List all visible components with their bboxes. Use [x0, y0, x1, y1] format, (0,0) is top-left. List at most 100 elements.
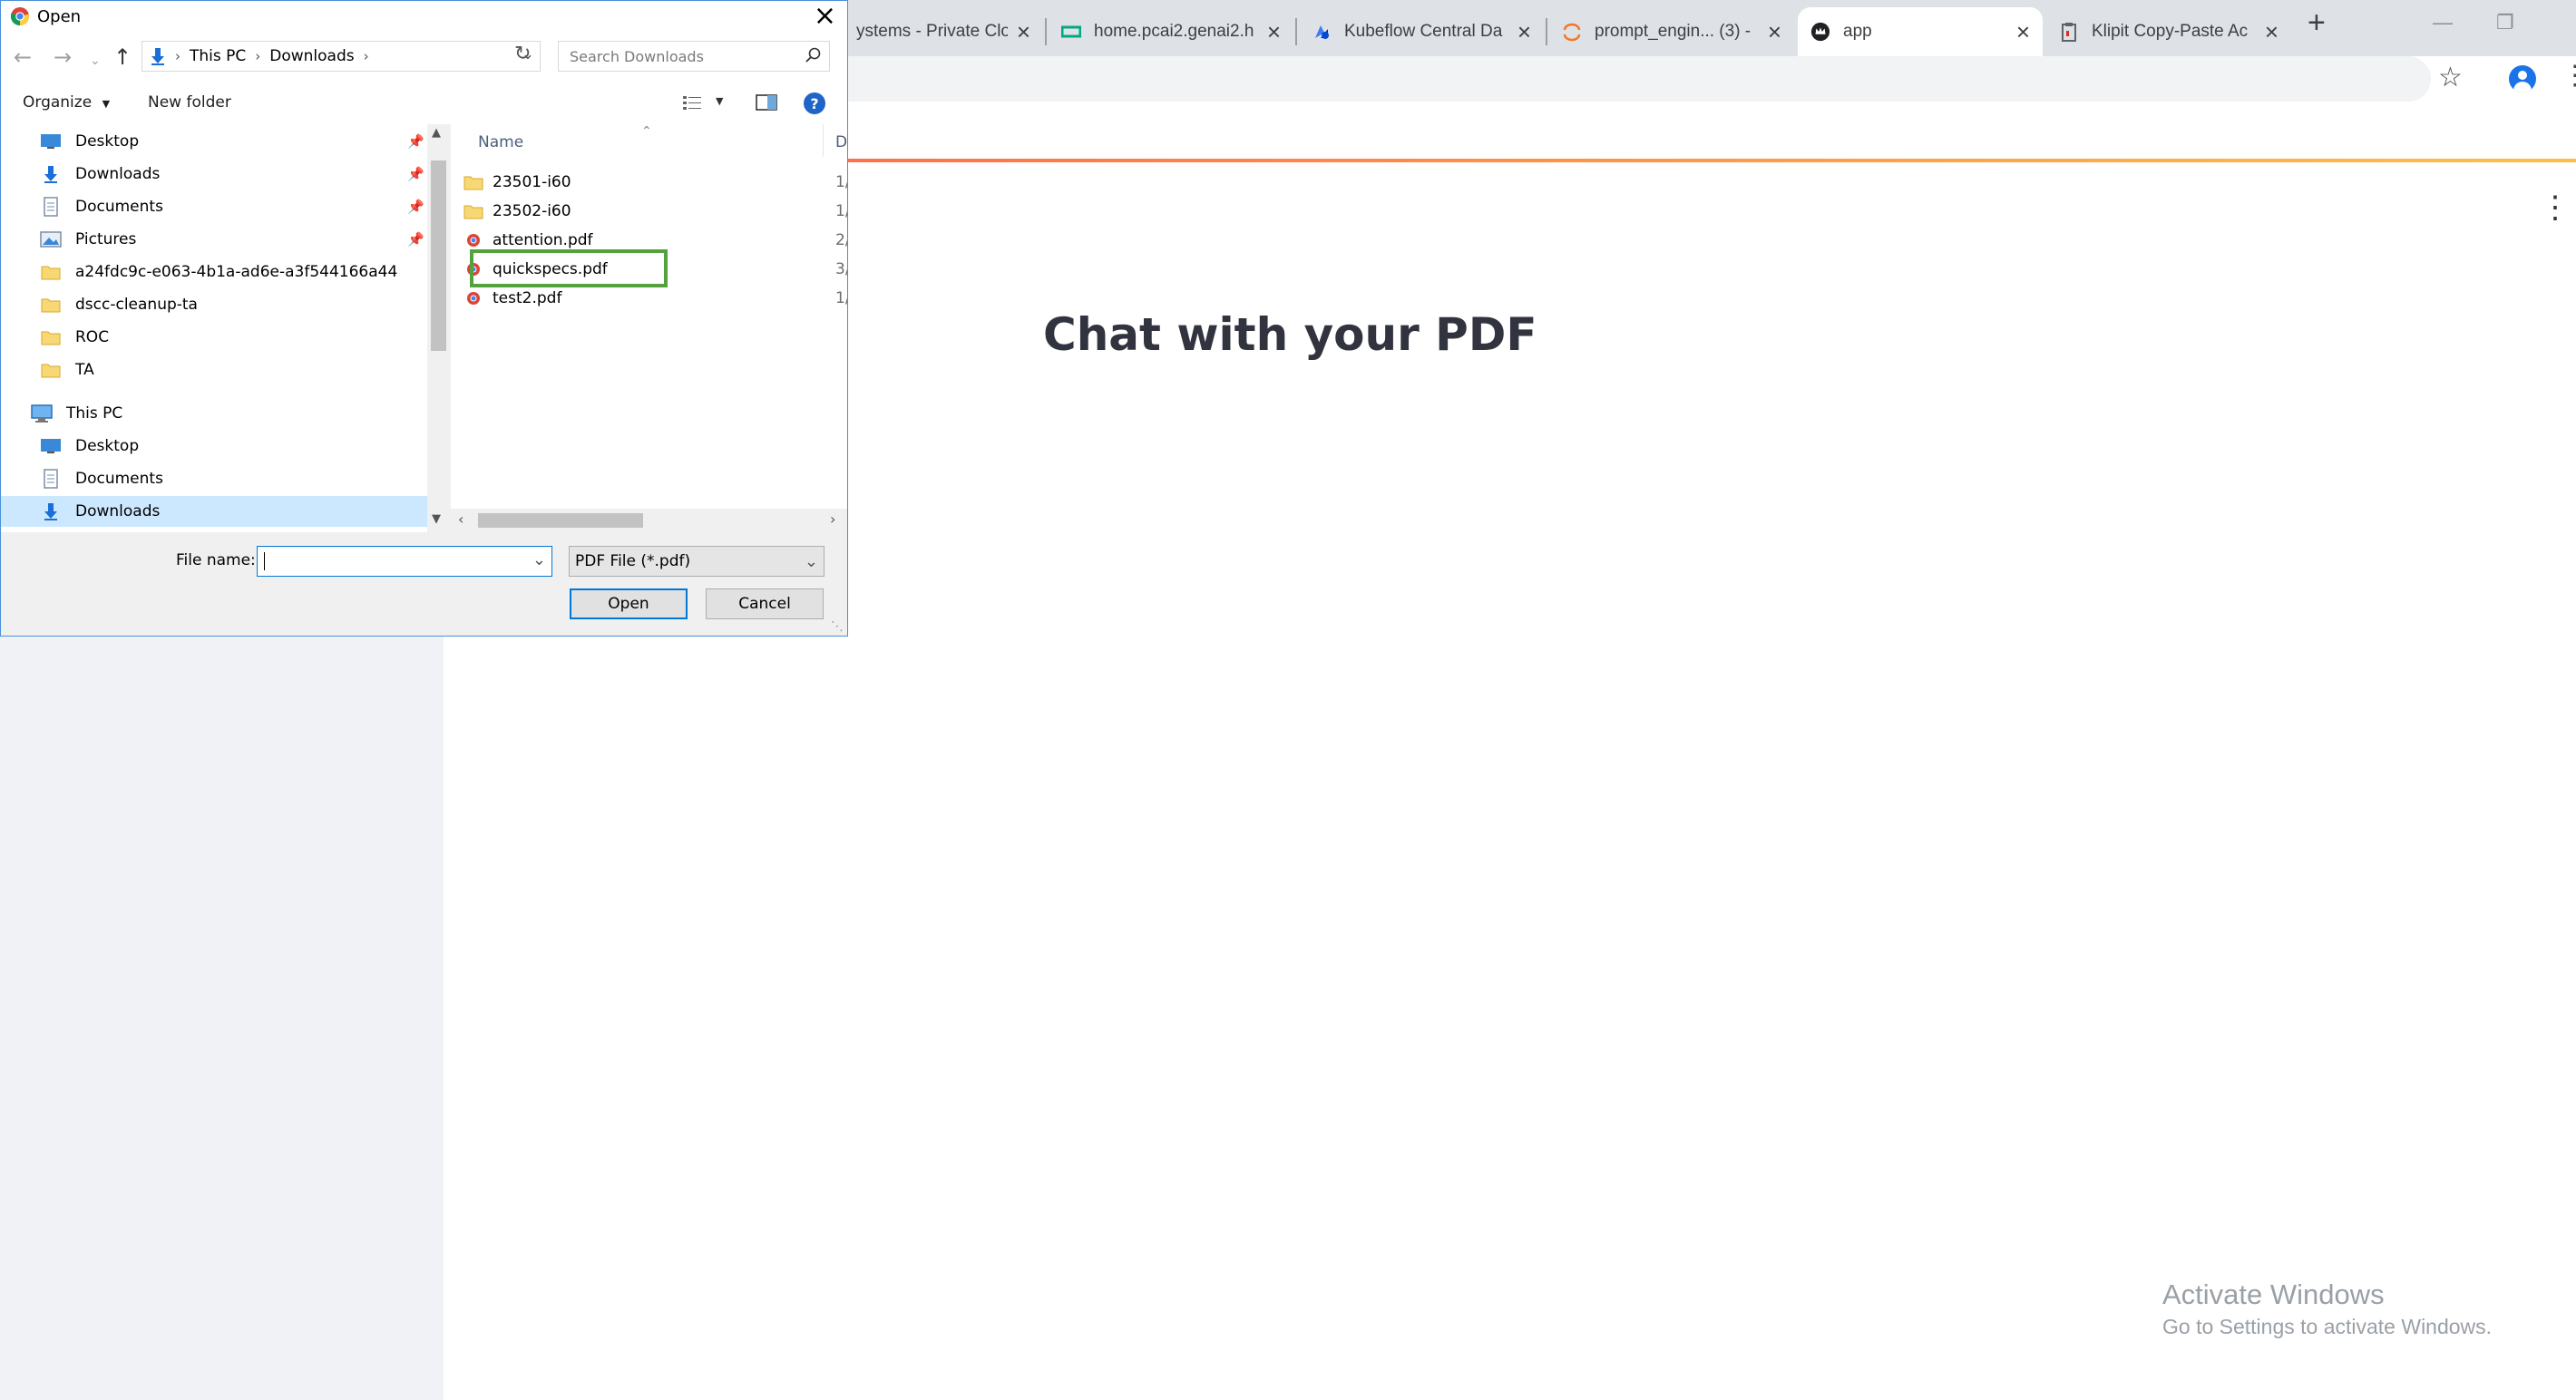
- breadcrumb-this-pc[interactable]: This PC: [190, 47, 246, 65]
- folder-icon: [39, 262, 63, 282]
- back-arrow-icon[interactable]: ←: [14, 44, 32, 70]
- refresh-icon[interactable]: ↻: [514, 43, 531, 65]
- nav-item-documents-pc[interactable]: Documents: [1, 463, 427, 494]
- folder-icon: [39, 360, 63, 380]
- open-button[interactable]: Open: [570, 588, 688, 619]
- tab-close-icon[interactable]: ×: [2016, 20, 2030, 44]
- column-header-date[interactable]: D: [835, 133, 847, 151]
- tab-close-icon[interactable]: ×: [2265, 20, 2278, 44]
- file-name-input[interactable]: [263, 547, 521, 576]
- up-arrow-icon[interactable]: ↑: [113, 44, 132, 70]
- pdf-icon: [463, 288, 483, 308]
- nav-item-folder-a24fdc9c[interactable]: a24fdc9c-e063-4b1a-ad6e-a3f544166a44: [1, 257, 427, 287]
- view-options-icon[interactable]: [683, 95, 703, 114]
- nav-item-folder-roc[interactable]: ROC: [1, 322, 427, 353]
- tab-close-icon[interactable]: ×: [1517, 20, 1531, 44]
- tab-close-icon[interactable]: ×: [1768, 20, 1781, 44]
- column-header-name[interactable]: Name: [478, 133, 523, 151]
- help-icon[interactable]: ?: [803, 92, 826, 120]
- folder-icon: [463, 172, 483, 192]
- dialog-bottom-area: File name: ⌄ PDF File (*.pdf) ⌄ Open Can…: [1, 532, 847, 637]
- desktop-icon: [39, 436, 63, 456]
- main-menu-icon[interactable]: ⋮: [2540, 192, 2571, 223]
- dialog-close-icon[interactable]: ×: [814, 1, 836, 32]
- nav-item-pictures-quick[interactable]: Pictures 📌: [1, 224, 427, 255]
- dialog-breadcrumb[interactable]: › This PC › Downloads › ⌄: [141, 41, 541, 72]
- documents-icon: [39, 197, 63, 217]
- navpane-scroll-thumb[interactable]: [431, 160, 446, 351]
- new-folder-button[interactable]: New folder: [148, 93, 231, 112]
- tab-private-cloud[interactable]: ystems - Private Clo ×: [844, 7, 1043, 56]
- nav-item-downloads-quick[interactable]: Downloads 📌: [1, 159, 427, 190]
- jupyter-icon: [1562, 22, 1582, 42]
- tab-kubeflow[interactable]: Kubeflow Central Da ×: [1299, 7, 1544, 56]
- dialog-command-bar: Organize ▼ New folder ▼ ?: [1, 83, 847, 125]
- tab-klipit[interactable]: Klipit Copy-Paste Ac ×: [2046, 7, 2291, 56]
- profile-avatar-icon[interactable]: [2509, 65, 2536, 92]
- search-downloads-box[interactable]: [558, 41, 830, 72]
- nav-item-label: Pictures: [75, 230, 137, 248]
- tab-close-icon[interactable]: ×: [1267, 20, 1281, 44]
- column-divider[interactable]: [823, 124, 824, 157]
- file-date: 2/: [835, 231, 847, 249]
- nav-item-documents-quick[interactable]: Documents 📌: [1, 191, 427, 222]
- pin-icon[interactable]: 📌: [407, 231, 424, 248]
- file-name: attention.pdf: [493, 231, 593, 249]
- filelist-scroll-thumb[interactable]: [478, 513, 643, 528]
- nav-item-desktop-pc[interactable]: Desktop: [1, 431, 427, 462]
- scroll-left-arrow-icon[interactable]: ‹: [458, 510, 463, 528]
- search-icon[interactable]: [805, 47, 822, 68]
- nav-item-label: This PC: [66, 404, 123, 423]
- nav-item-label: Downloads: [75, 165, 161, 183]
- file-name-combo[interactable]: ⌄: [257, 546, 552, 577]
- filelist-horizontal-scrollbar[interactable]: ‹ ›: [451, 509, 847, 532]
- file-row-23502-i60[interactable]: 23502-i60: [463, 197, 835, 226]
- organize-button[interactable]: Organize ▼: [23, 93, 110, 112]
- new-tab-button[interactable]: +: [2308, 7, 2326, 38]
- file-date: 3/: [835, 260, 847, 278]
- tab-jupyter[interactable]: prompt_engin... (3) - ×: [1549, 7, 1794, 56]
- nav-item-this-pc[interactable]: This PC: [1, 398, 427, 429]
- nav-item-folder-dscc-cleanup-ta[interactable]: dscc-cleanup-ta: [1, 289, 427, 320]
- scroll-up-arrow-icon[interactable]: ▲: [432, 126, 441, 140]
- dialog-titlebar: Open ×: [1, 1, 847, 34]
- scroll-right-arrow-icon[interactable]: ›: [830, 510, 835, 528]
- preview-pane-icon[interactable]: [756, 93, 777, 116]
- nav-item-desktop-quick[interactable]: Desktop 📌: [1, 126, 427, 157]
- scroll-down-arrow-icon[interactable]: ▼: [432, 512, 441, 526]
- browser-menu-icon[interactable]: ⋮: [2561, 60, 2576, 92]
- pin-icon[interactable]: 📌: [407, 133, 424, 150]
- tab-home-pcai2[interactable]: home.pcai2.genai2.h ×: [1049, 7, 1293, 56]
- tab-close-icon[interactable]: ×: [1017, 20, 1030, 44]
- download-arrow-icon: [39, 501, 63, 521]
- forward-arrow-icon[interactable]: →: [54, 44, 72, 70]
- file-row-test2-pdf[interactable]: test2.pdf: [463, 284, 835, 313]
- file-type-select[interactable]: PDF File (*.pdf) ⌄: [569, 546, 825, 577]
- nav-item-downloads-pc-selected[interactable]: Downloads: [1, 496, 427, 527]
- file-row-23501-i60[interactable]: 23501-i60: [463, 168, 835, 197]
- breadcrumb-separator-icon: ›: [175, 48, 181, 64]
- pin-icon[interactable]: 📌: [407, 199, 424, 215]
- bookmark-star-icon[interactable]: ☆: [2438, 62, 2463, 93]
- text-cursor: [264, 552, 265, 570]
- tab-app-active[interactable]: app ×: [1798, 7, 2043, 56]
- breadcrumb-separator-icon: ›: [363, 48, 369, 64]
- cancel-button[interactable]: Cancel: [706, 588, 824, 619]
- view-dropdown-caret-icon[interactable]: ▼: [716, 95, 723, 107]
- pin-icon[interactable]: 📌: [407, 166, 424, 182]
- chevron-down-icon[interactable]: ⌄: [805, 552, 818, 571]
- breadcrumb-downloads[interactable]: Downloads: [269, 47, 354, 65]
- restore-icon[interactable]: ❐: [2496, 11, 2514, 34]
- resize-grip-icon[interactable]: ⋱: [831, 619, 844, 634]
- documents-icon: [39, 469, 63, 489]
- chevron-down-icon[interactable]: ⌄: [532, 550, 546, 569]
- nav-item-folder-ta[interactable]: TA: [1, 355, 427, 385]
- search-downloads-input[interactable]: [568, 42, 789, 71]
- navpane-vertical-scrollbar[interactable]: ▲ ▼: [427, 124, 450, 532]
- minimize-icon[interactable]: —: [2433, 11, 2453, 34]
- nav-item-label: Documents: [75, 198, 163, 216]
- tab-title: Kubeflow Central Da: [1344, 22, 1503, 41]
- file-name: test2.pdf: [493, 289, 562, 307]
- recent-locations-chevron-icon[interactable]: ⌄: [90, 48, 101, 73]
- folder-icon: [39, 327, 63, 347]
